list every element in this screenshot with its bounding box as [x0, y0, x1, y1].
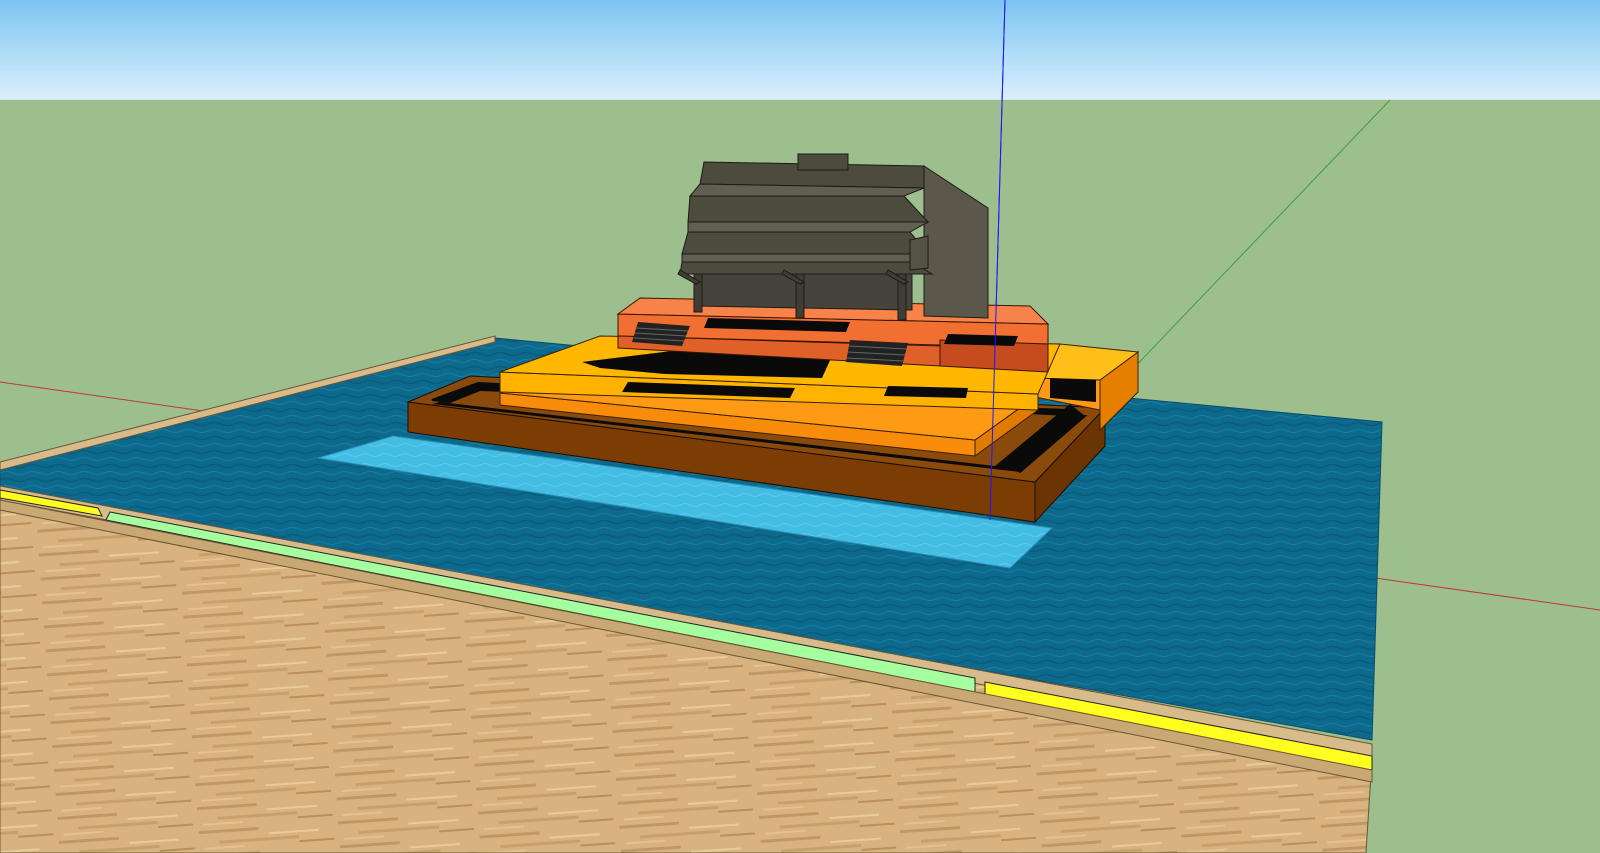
modeling-viewport[interactable] [0, 0, 1600, 853]
vent-right [846, 340, 908, 366]
vent-left [632, 322, 690, 346]
3d-scene[interactable] [0, 0, 1600, 853]
sky [0, 0, 1600, 100]
house [677, 153, 989, 321]
